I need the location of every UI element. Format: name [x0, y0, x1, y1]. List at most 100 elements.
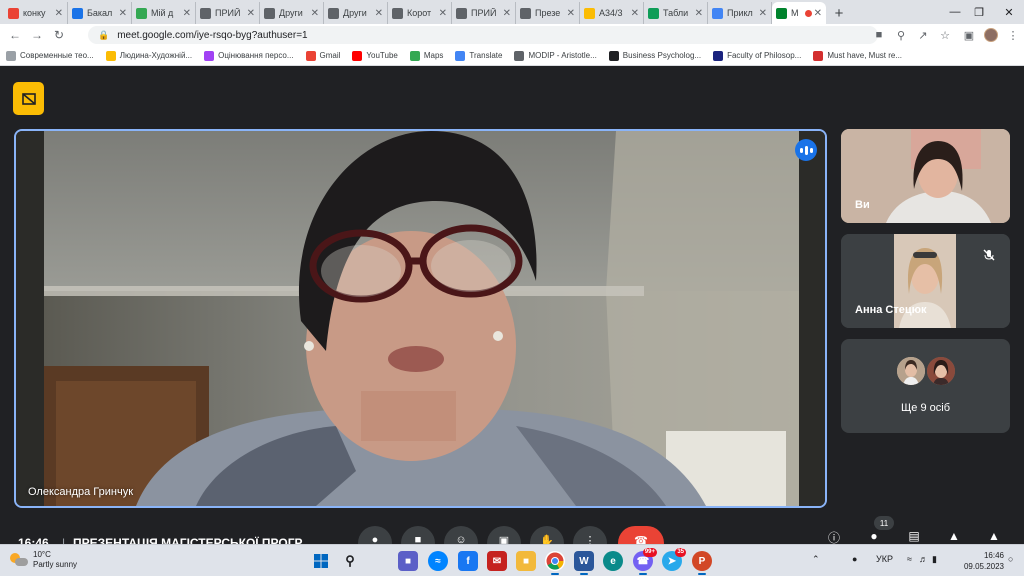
browser-tab[interactable]: Табли ✕ — [644, 2, 708, 24]
bookmark-favicon-icon — [105, 50, 116, 61]
avatar — [925, 355, 957, 387]
profile-button[interactable] — [980, 24, 1002, 46]
close-tab-icon[interactable]: ✕ — [55, 8, 63, 19]
close-tab-icon[interactable]: ✕ — [631, 8, 639, 19]
tab-title: M — [791, 8, 799, 18]
chrome-app[interactable] — [545, 551, 565, 575]
teams-chat-app[interactable]: ■ — [398, 551, 418, 571]
tab-strip: конку ✕ Бакал ✕ Мій д ✕ ПРИЙ ✕ Други ✕ Други ✕ Корот… — [0, 0, 1024, 24]
reload-button[interactable]: ↻ — [48, 24, 70, 46]
browser-tab[interactable]: Бакал ✕ — [68, 2, 132, 24]
bookmark-item[interactable]: Людина-Художній... — [105, 50, 192, 61]
facebook-app[interactable]: f — [458, 551, 478, 571]
bookmark-label: Maps — [423, 51, 444, 60]
weather-widget[interactable]: 10°C Partly sunny — [10, 550, 77, 570]
folder-icon: ■ — [522, 555, 530, 567]
battery-icon[interactable]: ▮ — [932, 554, 937, 565]
bookmark-label: Must have, Must re... — [827, 51, 903, 60]
volume-icon[interactable]: ♬ — [919, 554, 928, 564]
more-participants-label: Ще 9 осіб — [900, 402, 951, 414]
browser-menu-icon[interactable]: ⋮ — [1002, 24, 1024, 46]
camera-in-use-icon[interactable]: ■ — [868, 24, 890, 46]
new-tab-button[interactable]: + — [826, 2, 852, 24]
browser-tab[interactable]: Корот ✕ — [388, 2, 452, 24]
sheets-icon — [648, 7, 659, 19]
side-panel-icon[interactable]: ▣ — [958, 24, 980, 46]
file-explorer-app[interactable]: ■ — [516, 551, 536, 571]
main-speaker-video[interactable]: Олександра Гринчук — [14, 129, 827, 508]
participant-count-badge: 11 — [874, 516, 894, 530]
close-tab-icon[interactable]: ✕ — [119, 8, 127, 19]
powerpoint-app[interactable]: P — [692, 551, 712, 575]
close-tab-icon[interactable]: ✕ — [814, 8, 822, 19]
browser-tab[interactable]: A34/3 ✕ — [580, 2, 644, 24]
close-tab-icon[interactable]: ✕ — [695, 8, 703, 19]
browser-tab[interactable]: ПРИЙ ✕ — [452, 2, 516, 24]
bookmark-item[interactable]: Современные тео... — [6, 50, 94, 61]
bookmark-item[interactable]: Faculty of Philosop... — [713, 50, 801, 61]
messenger-app[interactable]: ≈ — [428, 551, 448, 571]
browser-tab[interactable]: Презе ✕ — [516, 2, 580, 24]
taskbar-search[interactable]: ⚲ — [340, 551, 360, 571]
start-button[interactable] — [311, 551, 331, 571]
browser-tab[interactable]: конку ✕ — [4, 2, 68, 24]
close-tab-icon[interactable]: ✕ — [311, 8, 319, 19]
zoom-icon[interactable]: ⚲ — [890, 24, 912, 46]
notifications-icon[interactable]: ○ — [1008, 554, 1013, 564]
language-indicator[interactable]: УКР — [876, 554, 893, 564]
bookmark-favicon-icon — [204, 50, 215, 61]
tab-title: ПРИЙ — [471, 8, 497, 18]
tab-title: Бакал — [87, 8, 113, 18]
close-tab-icon[interactable]: ✕ — [375, 8, 383, 19]
bookmark-item[interactable]: MODIP - Aristotle... — [514, 50, 597, 61]
tab-title: Мій д — [151, 8, 174, 18]
browser-tab[interactable]: Други ✕ — [324, 2, 388, 24]
edge-app[interactable]: e — [603, 551, 623, 571]
address-bar[interactable]: 🔒 meet.google.com/iye-rsqo-byg?authuser=… — [88, 26, 878, 44]
bookmark-favicon-icon — [813, 50, 824, 61]
browser-tab[interactable]: M ✕ — [772, 2, 826, 24]
viber-app[interactable]: ☎ 99+ — [633, 548, 657, 575]
close-window-button[interactable]: ✕ — [986, 0, 1024, 24]
bookmark-item[interactable]: Translate — [455, 50, 502, 61]
microphone-tray-icon[interactable]: ● — [852, 554, 857, 564]
wifi-icon[interactable]: ≈ — [907, 554, 912, 564]
windows-taskbar: 10°C Partly sunny ⚲ ■ ≈ f ✉ ■ W e ☎ 99+ … — [0, 544, 1024, 576]
host-controls-icon — [21, 92, 36, 105]
browser-tab[interactable]: Други ✕ — [260, 2, 324, 24]
bookmark-item[interactable]: Maps — [409, 50, 444, 61]
bookmark-favicon-icon — [409, 50, 420, 61]
close-tab-icon[interactable]: ✕ — [503, 8, 511, 19]
share-icon[interactable]: ↗ — [912, 24, 934, 46]
speaking-indicator-icon — [795, 139, 817, 161]
close-tab-icon[interactable]: ✕ — [247, 8, 255, 19]
close-tab-icon[interactable]: ✕ — [567, 8, 575, 19]
mail-app[interactable]: ✉ — [487, 551, 507, 571]
close-tab-icon[interactable]: ✕ — [439, 8, 447, 19]
participant-tile-anna[interactable]: Анна Стецюк — [841, 234, 1010, 328]
browser-tab[interactable]: Прикл ✕ — [708, 2, 772, 24]
bookmark-label: Современные тео... — [20, 51, 94, 60]
bookmark-item[interactable]: Gmail — [305, 50, 340, 61]
forward-button[interactable]: → — [26, 24, 48, 46]
back-button[interactable]: ← — [4, 24, 26, 46]
bookmark-item[interactable]: Must have, Must re... — [813, 50, 903, 61]
bookmark-item[interactable]: Business Psycholog... — [608, 50, 701, 61]
show-hidden-icons[interactable]: ⌃ — [812, 554, 820, 565]
bookmark-item[interactable]: Оцінювання персо... — [204, 50, 294, 61]
bookmark-star-icon[interactable]: ☆ — [934, 24, 956, 46]
close-tab-icon[interactable]: ✕ — [759, 8, 767, 19]
globe-icon — [328, 7, 339, 19]
self-tile[interactable]: Ви — [841, 129, 1010, 223]
browser-tab[interactable]: ПРИЙ ✕ — [196, 2, 260, 24]
system-clock[interactable]: 16:46 09.05.2023 — [964, 550, 1004, 572]
more-participants-tile[interactable]: Ще 9 осіб — [841, 339, 1010, 433]
browser-tab[interactable]: Мій д ✕ — [132, 2, 196, 24]
close-tab-icon[interactable]: ✕ — [183, 8, 191, 19]
word-app[interactable]: W — [574, 551, 594, 575]
bookmark-item[interactable]: YouTube — [352, 50, 398, 61]
host-controls-button[interactable] — [13, 82, 44, 115]
calendar-icon — [712, 7, 723, 19]
telegram-app[interactable]: ➤ 35 — [662, 548, 686, 571]
tab-title: A34/3 — [599, 8, 623, 18]
